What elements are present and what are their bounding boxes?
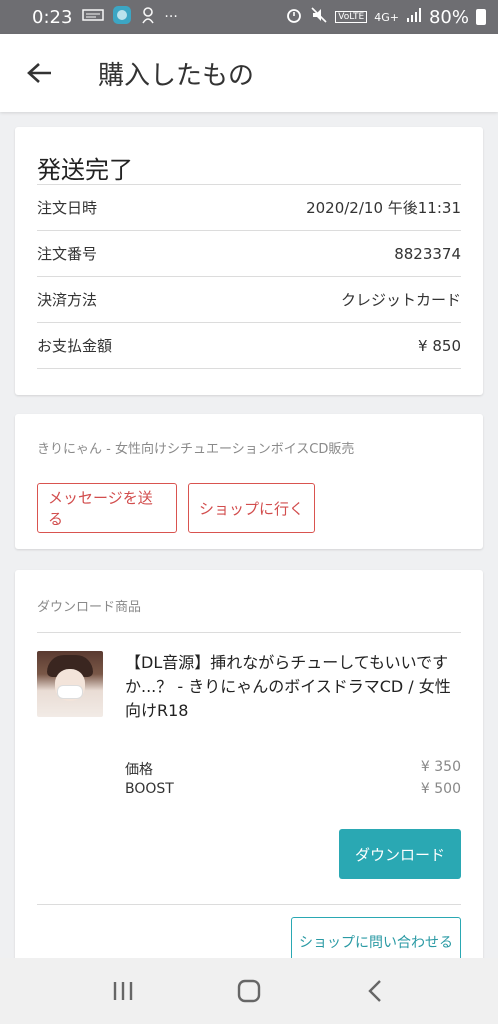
order-date-value: 2020/2/10 午後11:31 xyxy=(306,199,461,217)
home-icon xyxy=(237,979,261,1003)
payment-method-label: 決済方法 xyxy=(37,291,98,309)
price-label: 価格 xyxy=(125,762,153,778)
download-heading: ダウンロード商品 xyxy=(37,596,461,633)
alarm-icon xyxy=(285,6,303,28)
home-button[interactable] xyxy=(219,966,279,1016)
back-icon xyxy=(368,980,381,1002)
boost-value: ¥ 500 xyxy=(420,781,461,797)
volte-label: VoLTE xyxy=(335,11,368,23)
order-number-row: 注文番号 8823374 xyxy=(37,231,461,277)
mute-icon xyxy=(310,6,328,28)
signal-icon xyxy=(406,7,422,27)
system-back-button[interactable] xyxy=(345,966,405,1016)
price-row: 価格 ¥ 350 xyxy=(125,759,461,781)
payment-amount-label: お支払金額 xyxy=(37,337,113,355)
product-title[interactable]: 【DL音源】挿れながらチューしてもいいですか...？ - きりにゃんのボイスドラ… xyxy=(125,651,461,723)
recent-apps-button[interactable] xyxy=(93,966,153,1016)
order-date-label: 注文日時 xyxy=(37,199,98,217)
status-time: 0:23 xyxy=(32,6,73,28)
shop-card: きりにゃん - 女性向けシチュエーションボイスCD販売 メッセージを送る ショッ… xyxy=(15,414,483,549)
payment-amount-value: ¥ 850 xyxy=(418,336,461,355)
battery-icon xyxy=(476,9,486,25)
page-title: 購入したもの xyxy=(98,60,255,91)
send-message-button[interactable]: メッセージを送る xyxy=(37,483,177,533)
news-icon xyxy=(82,8,105,26)
download-card: ダウンロード商品 【DL音源】挿れながらチューしてもいいですか...？ - きり… xyxy=(15,570,483,970)
globe-icon xyxy=(112,5,132,29)
boost-label: BOOST xyxy=(125,781,174,797)
shop-name: きりにゃん - 女性向けシチュエーションボイスCD販売 xyxy=(37,442,355,457)
price-list: 価格 ¥ 350 BOOST ¥ 500 xyxy=(125,759,461,803)
more-icon: ··· xyxy=(164,9,178,25)
app-bar: 購入したもの xyxy=(0,34,498,112)
divider xyxy=(37,904,461,905)
order-status: 発送完了 xyxy=(37,127,461,185)
status-bar: 0:23 ··· VoLTE 4G+ 80% xyxy=(0,0,498,34)
go-to-shop-button[interactable]: ショップに行く xyxy=(188,483,315,533)
product-item: 【DL音源】挿れながらチューしてもいいですか...？ - きりにゃんのボイスドラ… xyxy=(37,651,461,723)
payment-method-row: 決済方法 クレジットカード xyxy=(37,277,461,323)
order-info-card: 発送完了 注文日時 2020/2/10 午後11:31 注文番号 8823374… xyxy=(15,127,483,395)
back-button[interactable] xyxy=(0,34,80,112)
recent-apps-icon xyxy=(113,982,133,1000)
system-nav-bar xyxy=(0,958,498,1024)
product-thumbnail[interactable] xyxy=(37,651,103,717)
network-label: 4G+ xyxy=(374,10,399,24)
battery-percent: 80% xyxy=(428,6,469,28)
order-number-value: 8823374 xyxy=(394,244,461,263)
price-value: ¥ 350 xyxy=(420,759,461,775)
payment-amount-row: お支払金額 ¥ 850 xyxy=(37,323,461,369)
order-number-label: 注文番号 xyxy=(37,245,98,263)
boost-row: BOOST ¥ 500 xyxy=(125,781,461,803)
payment-method-value: クレジットカード xyxy=(340,291,461,309)
download-button[interactable]: ダウンロード xyxy=(339,829,461,879)
arrow-left-icon xyxy=(27,63,51,83)
hand-icon xyxy=(140,6,156,28)
